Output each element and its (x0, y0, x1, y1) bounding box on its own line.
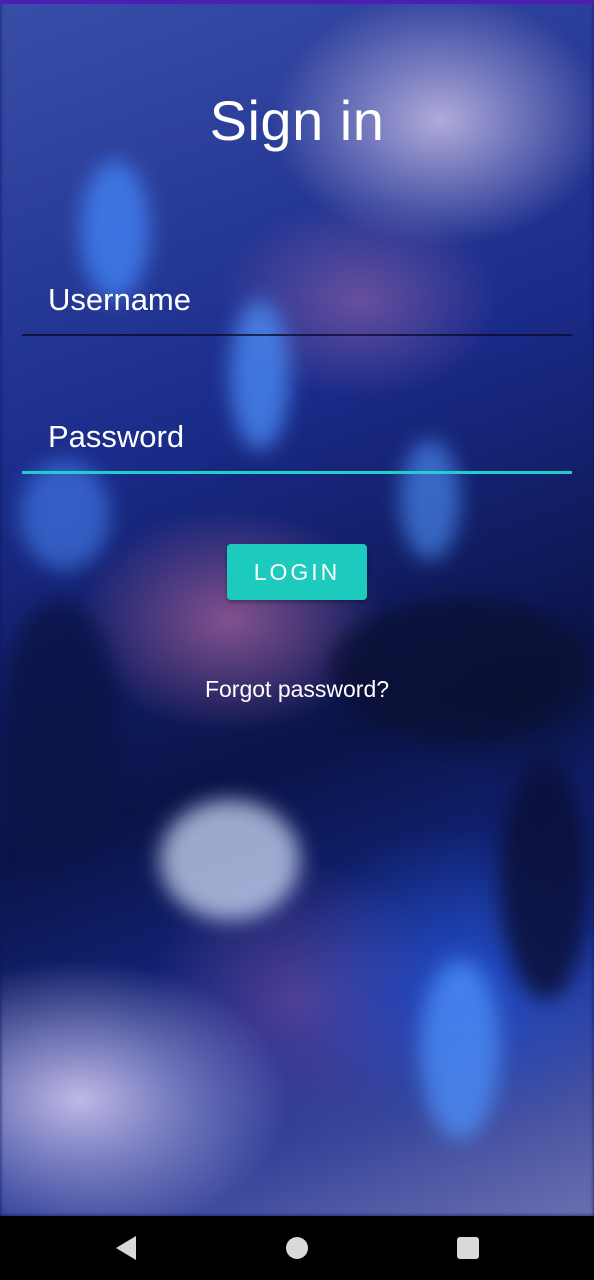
sign-in-screen: Sign in LOGIN Forgot password? (0, 0, 594, 1280)
home-circle-icon (286, 1237, 308, 1259)
password-field (22, 419, 572, 474)
login-button[interactable]: LOGIN (227, 544, 367, 600)
username-field (22, 282, 572, 336)
password-input[interactable] (22, 419, 572, 471)
password-underline (22, 471, 572, 474)
recent-square-icon (457, 1237, 479, 1259)
sign-in-form: Sign in LOGIN Forgot password? (0, 0, 594, 1216)
username-underline (22, 334, 572, 336)
username-input[interactable] (22, 282, 572, 334)
nav-back-button[interactable] (110, 1232, 142, 1264)
back-triangle-icon (116, 1236, 136, 1260)
system-navigation-bar (0, 1216, 594, 1280)
nav-recent-button[interactable] (452, 1232, 484, 1264)
forgot-password-link[interactable]: Forgot password? (0, 676, 594, 703)
page-title: Sign in (209, 89, 385, 152)
nav-home-button[interactable] (281, 1232, 313, 1264)
status-bar-strip (0, 0, 594, 4)
